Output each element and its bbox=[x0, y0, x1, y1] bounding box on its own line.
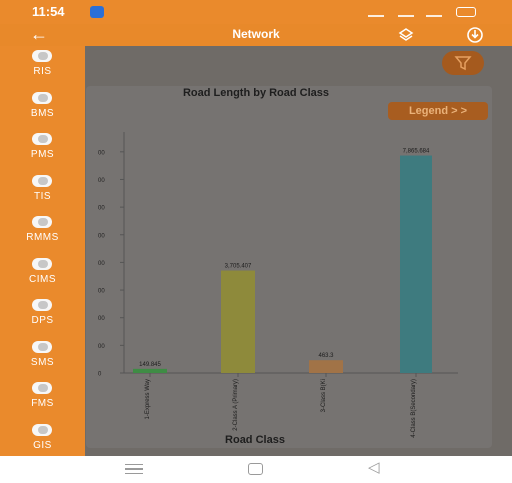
drawer-item-pms[interactable]: PMS bbox=[0, 133, 85, 171]
x-tick-label: 1-Express Way bbox=[145, 379, 151, 419]
bar-2 bbox=[221, 270, 255, 373]
drawer-item-label: TIS bbox=[33, 190, 52, 202]
drawer-item-dps[interactable]: DPS bbox=[0, 299, 85, 337]
drawer-item-label: FMS bbox=[31, 398, 54, 409]
bar-value-label: 463.3 bbox=[318, 353, 334, 359]
drawer-item-rmms[interactable]: RMMS bbox=[0, 216, 85, 254]
y-tick-label: 00 bbox=[98, 178, 105, 184]
y-tick-label: 00 bbox=[98, 150, 105, 156]
module-icon bbox=[32, 423, 52, 436]
bar-4 bbox=[400, 155, 432, 373]
x-tick-label: 2-Class A (Primary) bbox=[233, 379, 239, 431]
module-icon bbox=[32, 174, 52, 187]
y-tick-label: 0 bbox=[98, 372, 102, 378]
nav-back-icon[interactable]: ◁ bbox=[368, 460, 380, 476]
y-tick-label: 00 bbox=[98, 233, 105, 239]
module-icon bbox=[32, 340, 52, 353]
side-drawer: RIS BMS PMS TIS RMMS CIMS DPS SMS FMS GIS bbox=[0, 46, 85, 456]
wifi-icon bbox=[398, 7, 414, 17]
drawer-item-cims[interactable]: CIMS bbox=[0, 257, 85, 296]
x-tick-label: 3-Class B(Ki bbox=[321, 379, 327, 412]
drawer-item-label: RIS bbox=[33, 66, 52, 77]
x-tick-label: 4-Class B(Secondary) bbox=[411, 379, 417, 438]
recent-apps-icon[interactable] bbox=[125, 464, 143, 474]
module-icon bbox=[32, 216, 52, 228]
drawer-item-bms[interactable]: BMS bbox=[0, 91, 85, 130]
x-axis-title: Road Class bbox=[225, 434, 285, 446]
drawer-item-label: GIS bbox=[33, 439, 52, 451]
drawer-item-label: PMS bbox=[30, 149, 55, 160]
download-icon[interactable] bbox=[466, 26, 484, 44]
drawer-item-label: SMS bbox=[30, 356, 55, 368]
drawer-item-label: RMMS bbox=[26, 232, 59, 243]
notification-icon bbox=[90, 6, 104, 18]
bar-value-label: 7,865.684 bbox=[403, 149, 430, 155]
y-tick-label: 00 bbox=[98, 289, 105, 295]
y-tick-label: 00 bbox=[98, 261, 105, 267]
map-layers-icon[interactable] bbox=[398, 27, 414, 43]
status-time: 11:54 bbox=[32, 4, 65, 19]
module-icon bbox=[32, 133, 52, 145]
drawer-item-label: CIMS bbox=[29, 273, 56, 285]
drawer-item-fms[interactable]: FMS bbox=[0, 382, 85, 420]
module-icon bbox=[32, 50, 52, 62]
battery-icon bbox=[456, 7, 476, 17]
filter-button[interactable] bbox=[442, 51, 484, 75]
signal-icon bbox=[368, 7, 384, 17]
y-tick-label: 00 bbox=[98, 316, 105, 322]
module-icon bbox=[32, 299, 52, 311]
drawer-item-label: DPS bbox=[31, 315, 54, 326]
bar-1 bbox=[133, 368, 167, 373]
bar-value-label: 149.845 bbox=[139, 362, 161, 368]
y-tick-label: 00 bbox=[98, 206, 105, 212]
drawer-item-tis[interactable]: TIS bbox=[0, 174, 85, 213]
system-nav-bar: ◁ bbox=[0, 456, 512, 483]
status-bar: 11:54 bbox=[0, 0, 512, 24]
bar-value-label: 3,705.407 bbox=[225, 264, 252, 270]
module-icon bbox=[32, 382, 52, 394]
chart-title: Road Length by Road Class bbox=[182, 87, 330, 99]
drawer-item-sms[interactable]: SMS bbox=[0, 340, 85, 379]
status-icons bbox=[368, 7, 478, 18]
signal-strength-icon bbox=[426, 7, 442, 17]
module-icon bbox=[32, 91, 52, 104]
drawer-item-label: BMS bbox=[30, 107, 55, 119]
drawer-item-ris[interactable]: RIS bbox=[0, 50, 85, 88]
module-icon bbox=[32, 257, 52, 270]
home-icon[interactable] bbox=[248, 463, 263, 475]
page-title: Network bbox=[232, 27, 280, 41]
y-tick-label: 00 bbox=[98, 344, 105, 350]
app-bar: ← Network bbox=[0, 24, 512, 46]
filter-icon bbox=[454, 56, 472, 71]
screen: 11:54 ← Network Road Length by Road Clas… bbox=[0, 0, 512, 483]
bar-3 bbox=[309, 360, 343, 373]
bar-chart: 00000000000000000149.8451-Express Way3,7… bbox=[98, 132, 458, 438]
legend-button[interactable]: Legend > > bbox=[388, 102, 488, 120]
